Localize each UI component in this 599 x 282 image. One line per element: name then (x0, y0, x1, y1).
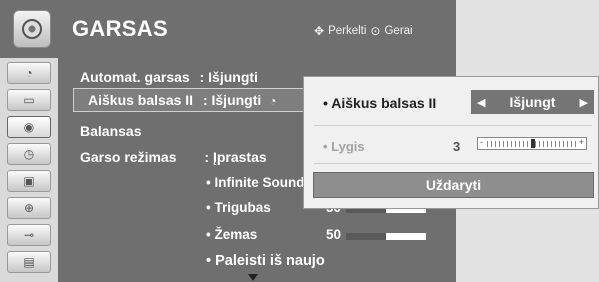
bass-label: • Žemas (206, 227, 258, 242)
menu-header: GARSAS ✥ Perkelti ⊙ Gerai (0, 0, 456, 58)
level-slider[interactable]: - + (477, 137, 587, 150)
divider (314, 125, 592, 126)
lock-icon[interactable]: ⊕ (7, 197, 51, 219)
clear-voice-selector[interactable]: ◀ Išjungt ▶ (471, 90, 594, 114)
clear-voice-selector-value: Išjungt (509, 94, 556, 110)
balance-label: Balansas (80, 123, 142, 139)
ok-button-icon: ⊙ (370, 24, 381, 38)
option-icon[interactable]: ▣ (7, 170, 51, 192)
navigation-hint: ✥ Perkelti ⊙ Gerai (314, 24, 413, 38)
dpad-icon: ✥ (314, 24, 325, 38)
auto-volume-item[interactable]: Automat. garsas : Išjungti (80, 69, 258, 85)
hint-move-label: Perkelti (328, 25, 367, 37)
popup-level-label: • Lygis (323, 139, 365, 154)
popup-clear-voice-label: • Aiškus balsas II (323, 95, 437, 111)
tv-menu-screen: GARSAS ✥ Perkelti ⊙ Gerai ◔ ▭ ◉ ◷ ▣ ⊕ ⊸ … (0, 0, 599, 282)
infinite-sound-item[interactable]: • Infinite Sound (206, 175, 304, 190)
balance-item[interactable]: Balansas (80, 123, 141, 139)
bass-level-fill (346, 233, 386, 240)
infinite-sound-label: • Infinite Sound (206, 175, 305, 190)
slider-plus-label: + (578, 137, 584, 147)
clock-icon[interactable]: ◷ (7, 143, 51, 165)
auto-volume-label: Automat. garsas (80, 69, 190, 85)
treble-item[interactable]: • Trigubas (206, 200, 271, 215)
bass-level-bar[interactable] (346, 233, 426, 240)
hint-ok-label: Gerai (384, 25, 413, 37)
slider-knob[interactable] (531, 139, 535, 148)
reset-item[interactable]: • Paleisti iš naujo (206, 253, 325, 269)
scroll-down-arrow-icon[interactable] (248, 274, 258, 281)
bass-value: 50 (326, 227, 342, 242)
slider-minus-label: - (480, 137, 483, 147)
divider (314, 163, 592, 164)
sound-mode-value: : Įprastas (204, 149, 267, 165)
close-button[interactable]: Uždaryti (313, 172, 594, 198)
clear-voice-popup: • Aiškus balsas II ◀ Išjungt ▶ • Lygis 3… (303, 76, 599, 209)
screen-icon[interactable]: ▭ (7, 89, 51, 111)
clear-voice-item[interactable]: Aiškus balsas II : Išjungti ◔ (88, 92, 276, 108)
right-arrow-icon[interactable]: ▶ (580, 96, 588, 109)
reset-label: • Paleisti iš naujo (206, 253, 325, 269)
sound-mode-label: Garso režimas (80, 149, 177, 165)
bass-item[interactable]: • Žemas (206, 227, 257, 242)
auto-volume-value: : Išjungti (199, 69, 258, 85)
left-arrow-icon[interactable]: ◀ (477, 96, 485, 109)
picture-icon[interactable]: ◔ (7, 62, 51, 84)
sound-mode-item[interactable]: Garso režimas : Įprastas (80, 149, 267, 165)
popup-level-value: 3 (453, 139, 461, 154)
input-icon[interactable]: ⊸ (7, 224, 51, 246)
audio-menu-icon (13, 10, 51, 48)
movie-icon[interactable]: ▤ (7, 251, 51, 273)
clear-voice-value: : Išjungti (202, 92, 262, 108)
category-sidebar: ◔ ▭ ◉ ◷ ▣ ⊕ ⊸ ▤ (0, 58, 58, 282)
page-title: GARSAS (72, 16, 168, 41)
voice-icon: ◔ (269, 94, 277, 108)
treble-label: • Trigubas (206, 200, 271, 215)
clear-voice-label: Aiškus balsas II (88, 92, 194, 108)
audio-icon[interactable]: ◉ (7, 116, 51, 138)
